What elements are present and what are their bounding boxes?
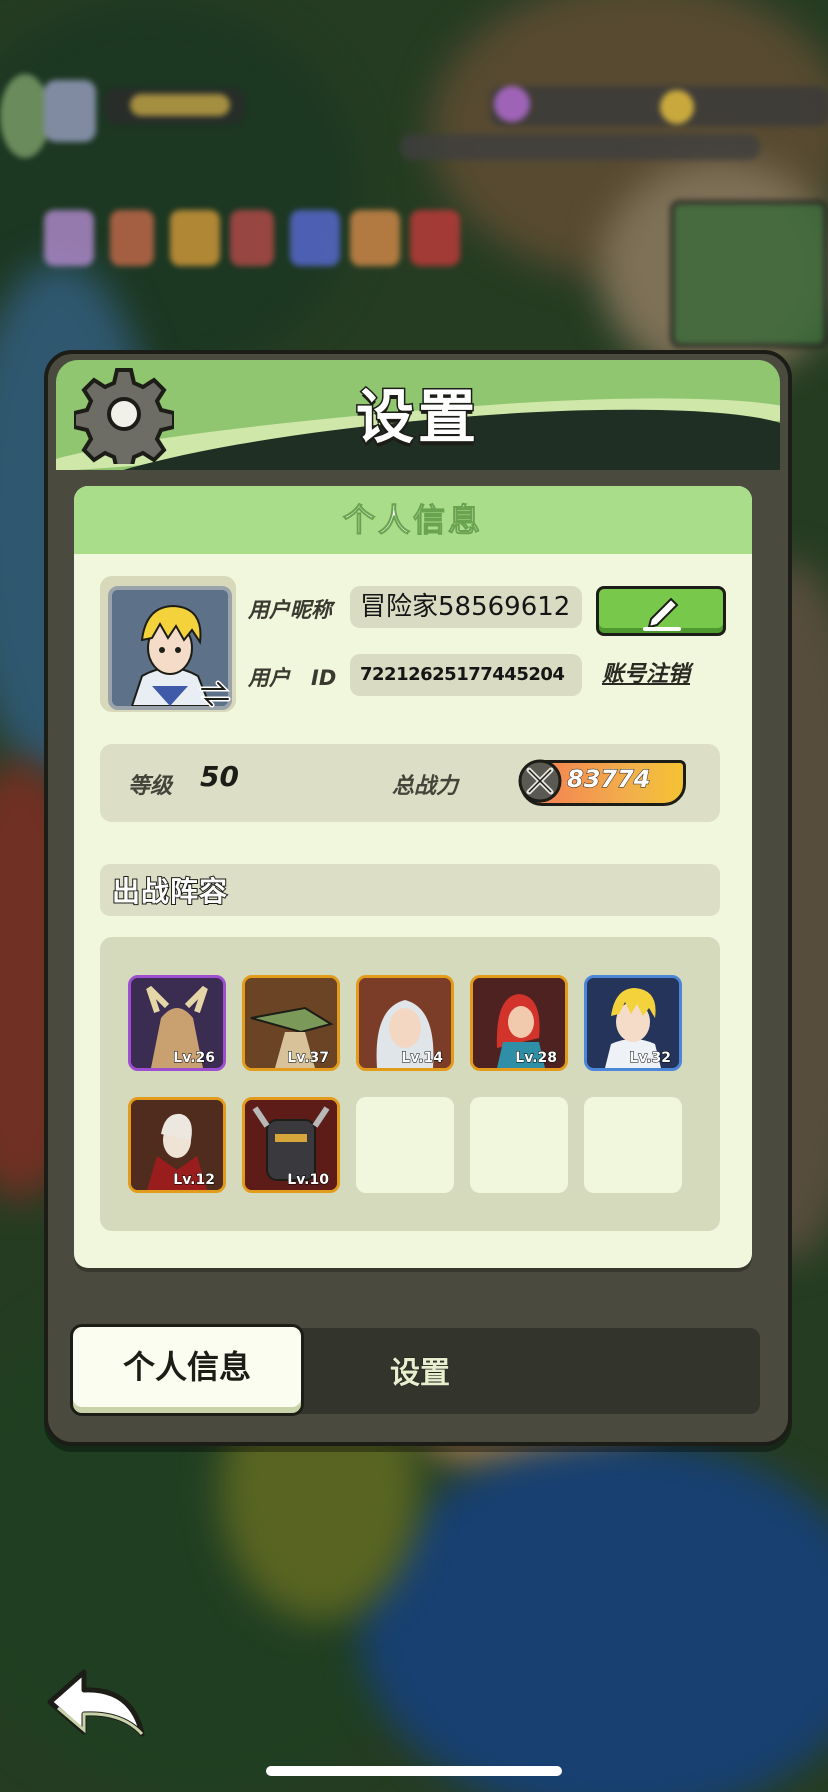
nickname-label: 用户昵称 — [248, 598, 332, 622]
cancel-account-link[interactable]: 账号注销 — [602, 656, 690, 688]
empty-hero-slot[interactable] — [584, 1097, 682, 1193]
nickname-field: 冒险家58569612 — [350, 586, 582, 628]
power-badge: 83774 — [518, 759, 686, 806]
hero-slot[interactable]: Lv.32 — [584, 975, 682, 1071]
lineup-title: 出战阵容 — [111, 874, 229, 909]
lineup-title-bar: 出战阵容 — [100, 864, 720, 916]
back-arrow-icon[interactable] — [44, 1664, 148, 1744]
hero-slot[interactable]: Lv.14 — [356, 975, 454, 1071]
lineup-area: Lv.26 Lv.37 Lv.14 Lv.28 Lv.32 Lv.12 Lv.1… — [100, 937, 720, 1231]
hero-slot[interactable]: Lv.12 — [128, 1097, 226, 1193]
personal-info-card: 个人信息 用户昵称 冒险家58569612 用户 ID 722126251774… — [74, 486, 752, 1268]
hero-level: Lv.37 — [287, 1050, 330, 1067]
panel-title: 设置 — [354, 382, 480, 453]
hero-slot[interactable]: Lv.26 — [128, 975, 226, 1071]
panel-header: 设置 — [56, 360, 780, 470]
tab-personal-info[interactable]: 个人信息 — [70, 1324, 304, 1416]
hero-level: Lv.14 — [401, 1050, 444, 1067]
crossed-swords-icon — [518, 759, 562, 803]
power-label: 总战力 — [392, 774, 459, 799]
hero-level: Lv.28 — [515, 1050, 558, 1067]
home-indicator — [266, 1766, 562, 1776]
hero-slot[interactable]: Lv.10 — [242, 1097, 340, 1193]
tab-settings[interactable]: 设置 — [390, 1348, 451, 1392]
id-label: 用户 ID — [248, 666, 337, 690]
edit-nickname-button[interactable] — [596, 586, 726, 636]
power-value: 83774 — [567, 765, 651, 794]
user-id-field: 72212625177445204 — [350, 654, 582, 696]
hero-slot[interactable]: Lv.28 — [470, 975, 568, 1071]
level-label: 等级 — [128, 774, 173, 799]
hero-slot[interactable]: Lv.37 — [242, 975, 340, 1071]
empty-hero-slot[interactable] — [356, 1097, 454, 1193]
avatar-frame[interactable] — [100, 576, 236, 712]
empty-hero-slot[interactable] — [470, 1097, 568, 1193]
hero-level: Lv.26 — [173, 1050, 216, 1067]
stats-row: 等级 50 总战力 83774 — [100, 744, 720, 822]
personal-info-header: 个人信息 — [74, 486, 752, 554]
pencil-icon — [643, 597, 681, 631]
hero-level: Lv.32 — [629, 1050, 672, 1067]
hero-level: Lv.12 — [173, 1172, 216, 1189]
swap-arrows-icon[interactable] — [198, 680, 232, 708]
level-value: 50 — [200, 760, 239, 793]
hero-level: Lv.10 — [287, 1172, 330, 1189]
blurred-hud — [0, 60, 828, 348]
